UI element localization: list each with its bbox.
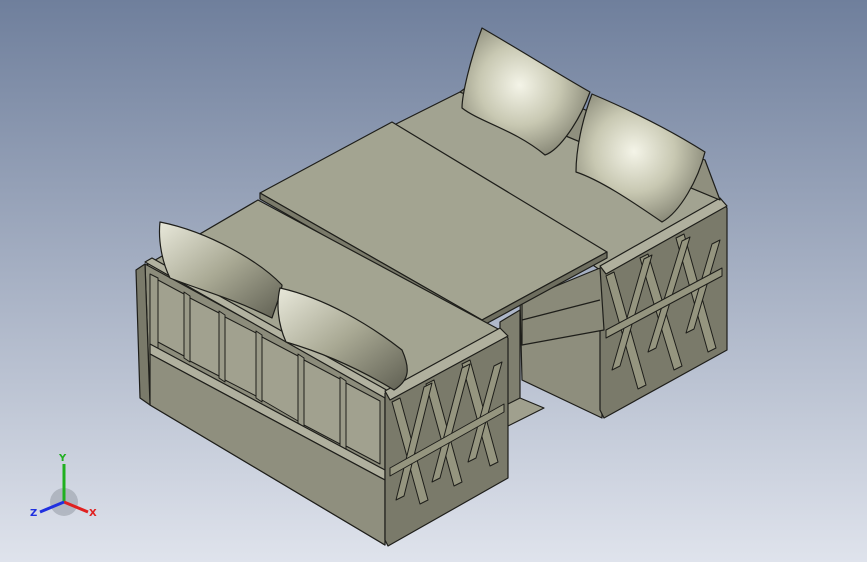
triad-y-label: Y bbox=[58, 453, 67, 464]
graphics-viewport[interactable]: Y X Z bbox=[0, 0, 867, 562]
model-view[interactable]: Y X Z bbox=[0, 0, 867, 562]
triad-z-label: Z bbox=[30, 508, 37, 519]
triad-x-label: X bbox=[89, 508, 97, 519]
